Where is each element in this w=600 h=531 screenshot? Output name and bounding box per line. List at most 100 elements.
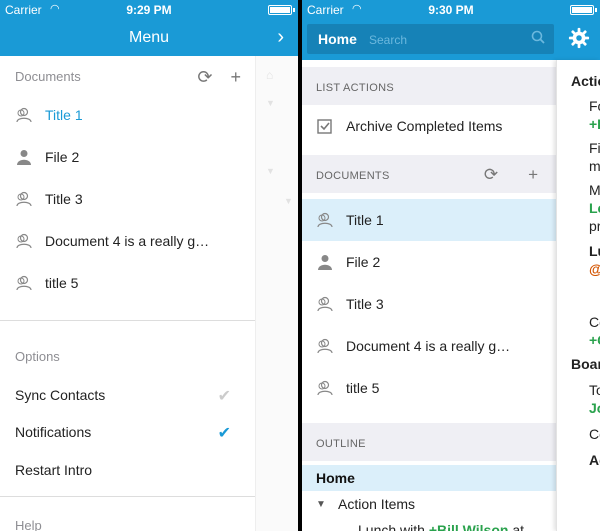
peek-text: To <box>589 382 600 398</box>
shared-people-icon <box>16 107 32 123</box>
list-actions-header: LIST ACTIONS <box>302 67 556 105</box>
peek-text: Lu <box>589 243 600 259</box>
list-item[interactable]: Title 1 <box>0 94 255 136</box>
chevron-right-icon[interactable]: › <box>277 26 284 49</box>
section-title: LIST ACTIONS <box>316 82 394 94</box>
outline-header: OUTLINE <box>302 423 556 461</box>
shared-people-icon <box>16 275 32 291</box>
peek-text: Co <box>589 314 600 330</box>
archive-check-icon <box>317 119 332 134</box>
clock: 9:30 PM <box>428 3 474 17</box>
peek-text: Actio <box>571 73 600 89</box>
shared-people-icon <box>317 212 333 228</box>
peek-text: Boar <box>571 356 600 372</box>
battery-icon <box>570 5 597 15</box>
outline-home-row[interactable]: Home <box>302 465 556 491</box>
triangle-down-icon[interactable]: ▼ <box>316 499 326 510</box>
list-item-label: Title 1 <box>346 212 384 228</box>
peek-text: Jo <box>589 400 600 416</box>
outline-label: Action Items <box>338 496 416 512</box>
triangle-down-icon: ▼ <box>266 166 275 176</box>
list-item-label: Title 3 <box>45 191 83 207</box>
list-item-label: File 2 <box>45 149 80 165</box>
shared-people-icon <box>317 296 333 312</box>
check-icon[interactable]: ✔ <box>218 423 231 443</box>
gear-icon[interactable] <box>568 27 590 49</box>
menu-title: Menu <box>128 29 170 46</box>
triangle-down-icon: ▼ <box>284 196 293 206</box>
list-item[interactable]: Document 4 is a really g… <box>302 325 556 367</box>
triangle-down-icon: ▼ <box>266 98 275 108</box>
peek-text: Ag <box>589 452 600 468</box>
lunch-prefix: Lunch with <box>358 522 425 531</box>
peek-text: pr <box>589 218 600 234</box>
notifications-option[interactable]: Notifications <box>15 424 91 440</box>
list-item-label: File 2 <box>346 254 381 270</box>
shared-people-icon <box>317 338 333 354</box>
status-bar: Carrier ◠ 9:29 PM <box>0 0 298 20</box>
sync-icon[interactable]: ⟳ <box>484 165 498 184</box>
add-icon[interactable]: + <box>528 165 538 184</box>
clock: 9:29 PM <box>126 3 172 17</box>
documents-list: Title 1 File 2 Title 3 Document 4 is a r… <box>0 94 255 304</box>
list-item[interactable]: title 5 <box>0 262 255 304</box>
mention-link[interactable]: +Bill Wilson <box>429 522 509 531</box>
peek-text: +C <box>589 332 600 348</box>
list-item-label: Document 4 is a really g… <box>346 338 511 354</box>
archive-completed-button[interactable]: Archive Completed Items <box>302 105 556 147</box>
obscured-content-peek: ⌂ ▼ ▼ ▼ <box>255 56 298 531</box>
peek-text: Fo <box>589 98 600 114</box>
options-header: Options <box>15 349 60 364</box>
peek-text: @ <box>589 261 600 277</box>
restart-intro-option[interactable]: Restart Intro <box>15 462 92 478</box>
shared-people-icon <box>16 191 32 207</box>
menu-panel: Documents ⟳ + Title 1 File 2 Title 3 Docu… <box>0 56 255 531</box>
help-header: Help <box>15 518 42 531</box>
peek-text: M <box>589 182 600 198</box>
person-icon <box>318 255 332 270</box>
list-item[interactable]: File 2 <box>0 136 255 178</box>
shared-people-icon <box>16 233 32 249</box>
sync-icon[interactable]: ⟳ <box>197 67 212 87</box>
divider <box>0 496 255 497</box>
home-icon: ⌂ <box>266 68 274 82</box>
section-title: OUTLINE <box>316 438 366 450</box>
peek-text: Co <box>589 426 600 442</box>
shared-people-icon <box>317 380 333 396</box>
sync-contacts-option[interactable]: Sync Contacts <box>15 387 105 403</box>
documents-actions: ⟳ + <box>454 165 538 185</box>
peek-text: m <box>589 158 600 174</box>
outline-text: Lunch with +Bill Wilson at <box>358 522 524 531</box>
divider <box>0 320 255 321</box>
check-icon[interactable]: ✔ <box>218 386 231 406</box>
list-item[interactable]: Document 4 is a really g… <box>0 220 255 262</box>
peek-text: +L <box>589 116 600 132</box>
list-item-label: title 5 <box>346 380 380 396</box>
list-item[interactable]: Title 3 <box>0 178 255 220</box>
list-item[interactable]: File 2 <box>302 241 556 283</box>
list-item[interactable]: Title 3 <box>302 283 556 325</box>
peek-text: Fi <box>589 140 600 156</box>
list-item[interactable]: title 5 <box>302 367 556 409</box>
search-nav-bar: Home Search <box>302 20 600 60</box>
list-item[interactable]: Title 1 <box>302 199 556 241</box>
search-input[interactable]: Home Search <box>307 24 554 54</box>
home-label: Home <box>318 31 357 47</box>
left-screen: Carrier ◠ 9:29 PM Menu › Documents ⟳ + Ti… <box>0 0 298 531</box>
outline-home-label: Home <box>316 470 355 486</box>
peek-text: Le <box>589 200 600 216</box>
archive-label: Archive Completed Items <box>346 118 503 134</box>
person-icon <box>17 150 31 165</box>
search-placeholder: Search <box>369 33 408 47</box>
add-icon[interactable]: + <box>230 67 241 87</box>
documents-actions: ⟳ + <box>179 67 241 88</box>
list-item-label: title 5 <box>45 275 79 291</box>
status-bar: Carrier ◠ 9:30 PM <box>302 0 600 20</box>
list-item-label: Title 3 <box>346 296 384 312</box>
list-item-label: Document 4 is a really g… <box>45 233 210 249</box>
menu-panel: LIST ACTIONS Archive Completed Items DOC… <box>302 60 556 531</box>
section-title: DOCUMENTS <box>316 170 390 182</box>
lunch-suffix: at <box>512 522 525 531</box>
documents-header: DOCUMENTS ⟳ + <box>302 155 556 193</box>
menu-nav-bar: Menu › <box>0 20 298 56</box>
